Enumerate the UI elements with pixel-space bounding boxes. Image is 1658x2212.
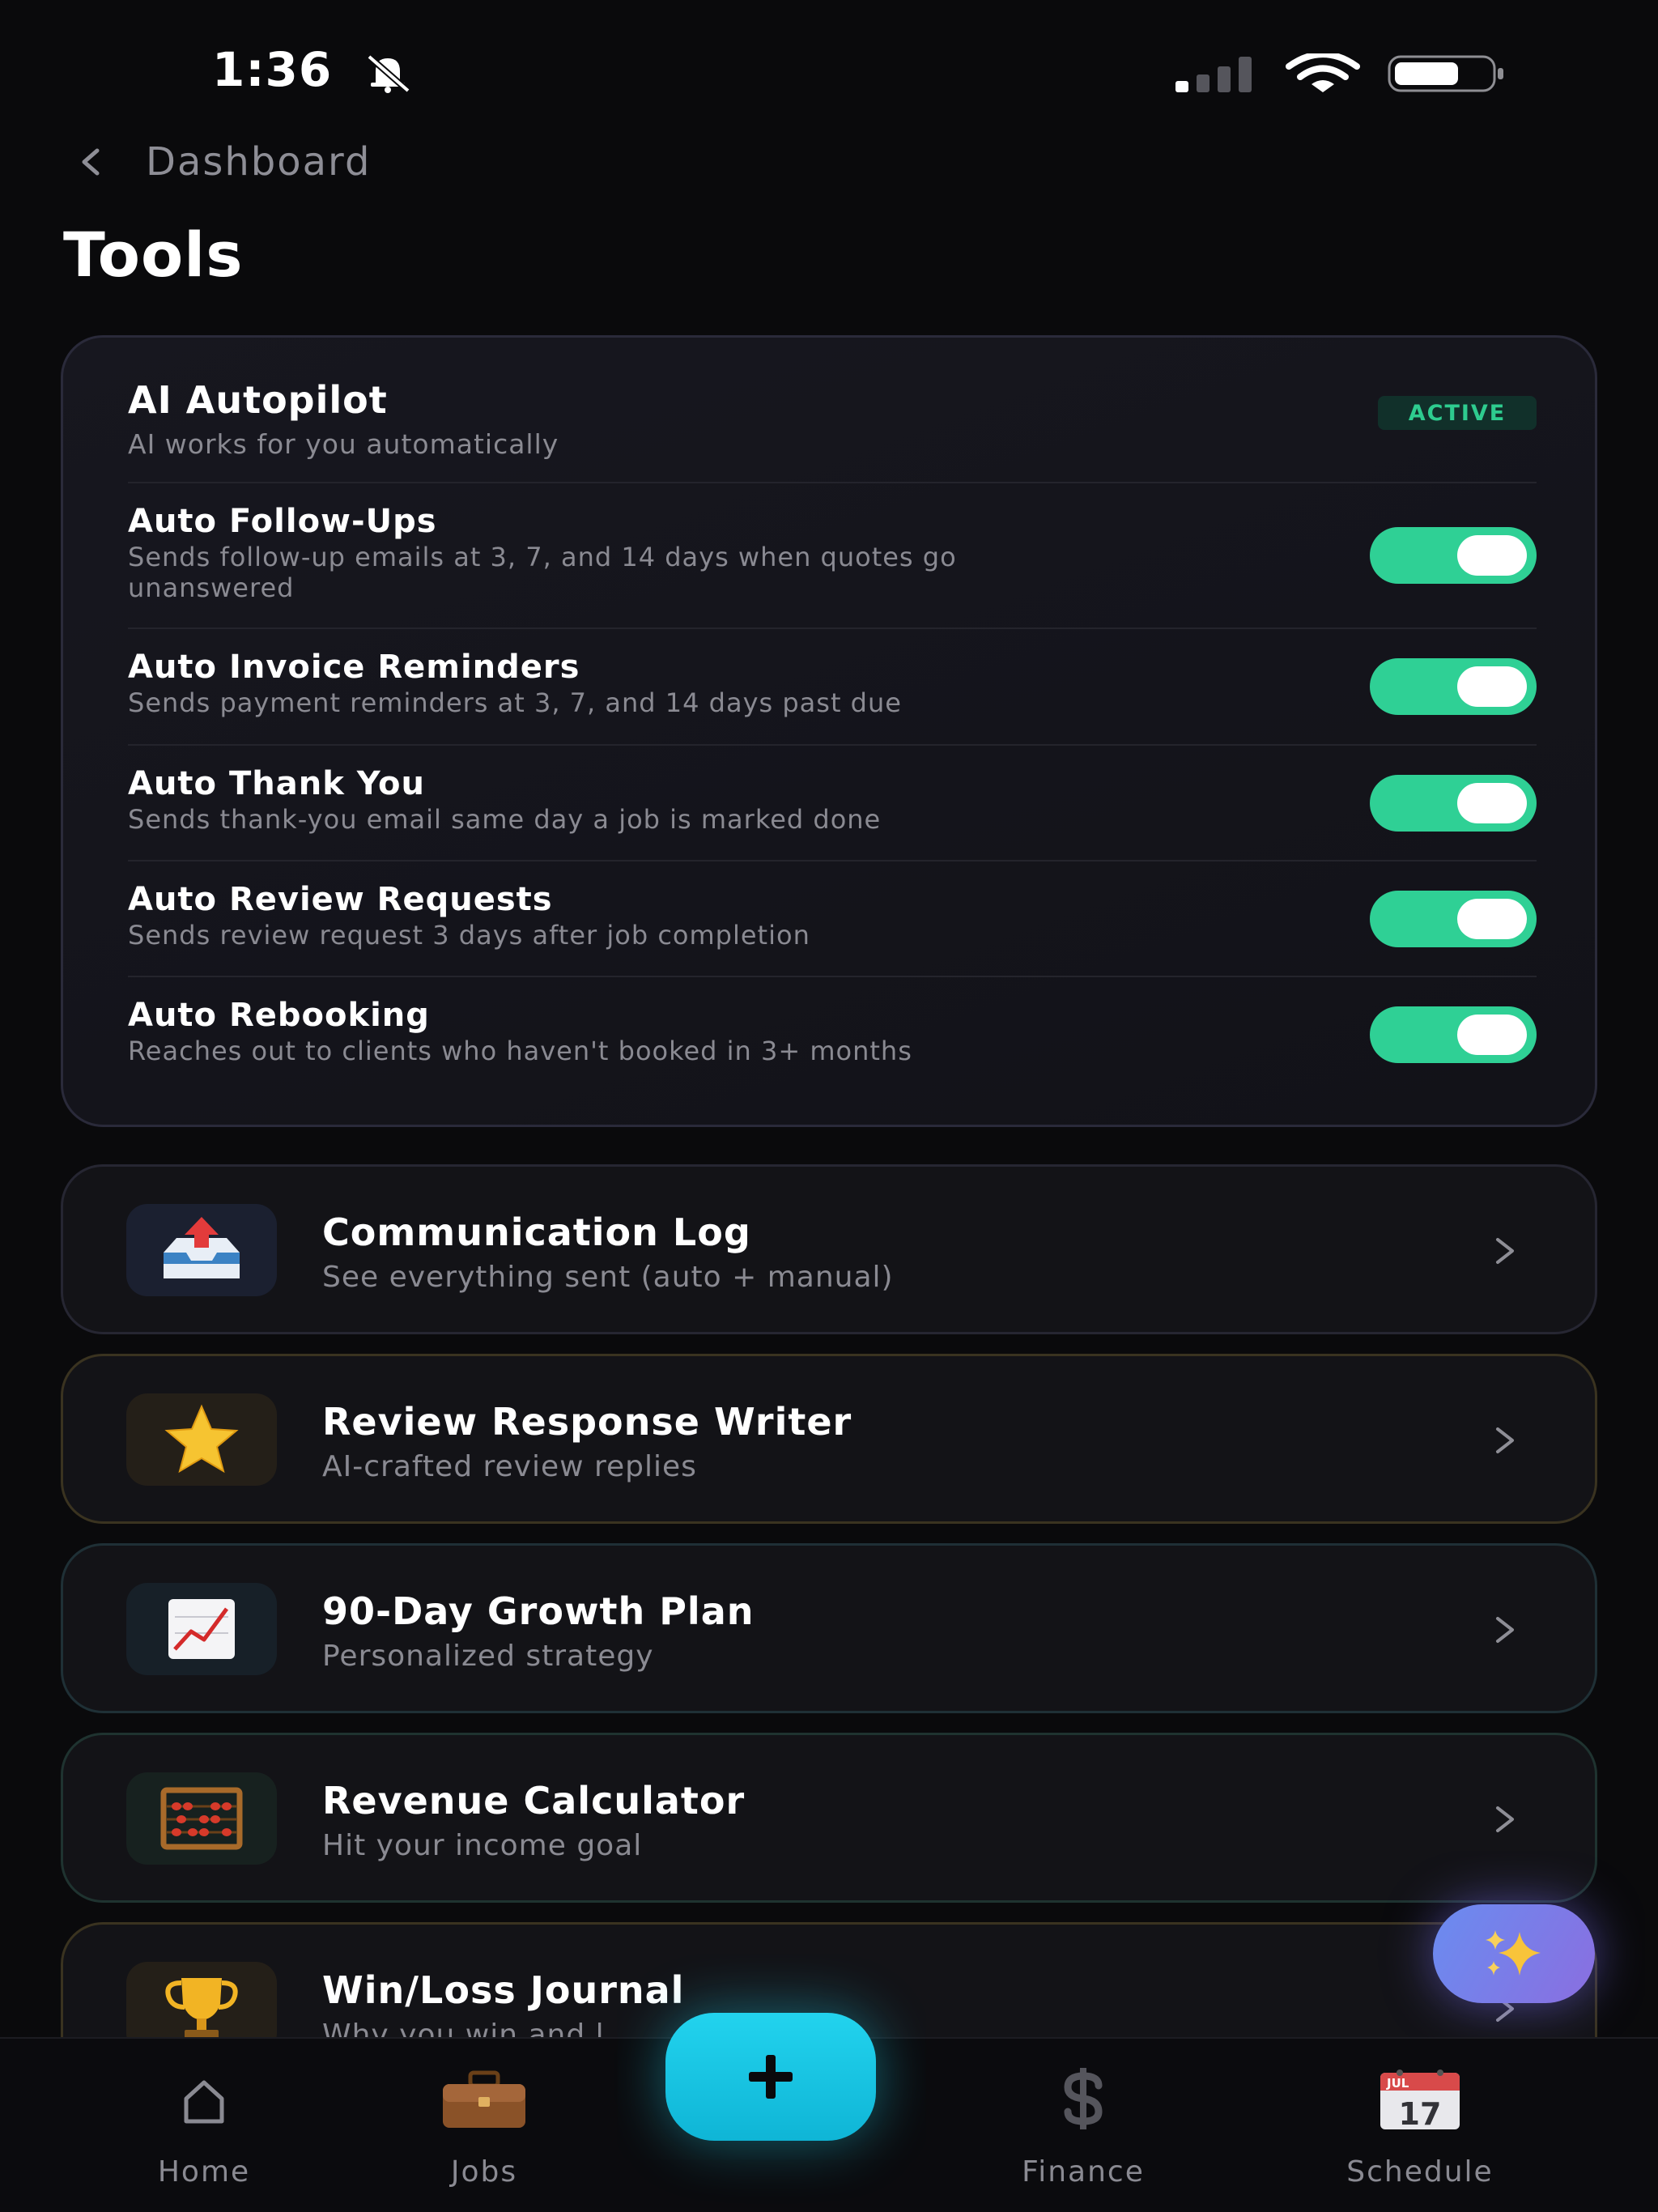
chevron-right-icon — [1496, 1617, 1514, 1643]
cellular-signal-icon — [1175, 57, 1252, 92]
autopilot-item-title: Auto Follow-Ups — [128, 503, 437, 540]
chevron-right-icon — [1496, 1238, 1514, 1264]
autopilot-item-follow-ups: Auto Follow-Ups Sends follow-up emails a… — [128, 482, 1537, 627]
nav-home[interactable]: Home — [99, 2063, 309, 2189]
nav-schedule[interactable]: JUL 17 Schedule — [1315, 2063, 1525, 2189]
trophy-icon — [165, 1978, 238, 2040]
chevron-right-icon — [1496, 1806, 1514, 1832]
autopilot-item-desc: Sends payment reminders at 3, 7, and 14 … — [128, 687, 902, 718]
nav-label: Home — [157, 2155, 251, 2189]
tool-desc: Personalized strategy — [322, 1640, 654, 1673]
back-button[interactable]: Dashboard — [74, 136, 371, 188]
page-title: Tools — [63, 219, 244, 291]
autopilot-item-desc-cont: unanswered — [128, 572, 295, 603]
calendar-day: 17 — [1399, 2096, 1442, 2131]
auto-review-requests-toggle[interactable] — [1370, 891, 1537, 947]
calendar-icon: JUL 17 — [1380, 2069, 1460, 2131]
autopilot-item-title: Auto Invoice Reminders — [128, 649, 580, 686]
sparkles-icon — [1486, 1930, 1541, 1976]
battery-icon — [1388, 55, 1503, 92]
star-icon — [164, 1404, 239, 1474]
tools-screen: 1:36 Dashboard Tools AI Autopilot AI wor… — [0, 0, 1658, 2212]
chart-increasing-icon — [168, 1599, 235, 1659]
auto-invoice-reminders-toggle[interactable] — [1370, 658, 1537, 715]
ai-autopilot-header: AI Autopilot AI works for you automatica… — [128, 378, 1537, 460]
tool-desc: AI-crafted review replies — [322, 1450, 697, 1483]
toggle-knob — [1457, 1015, 1527, 1055]
tool-card-communication-log[interactable]: Communication Log See everything sent (a… — [61, 1164, 1597, 1334]
ai-autopilot-subtitle: AI works for you automatically — [128, 428, 559, 460]
tool-icon-box — [126, 1583, 277, 1675]
nav-label: Jobs — [450, 2155, 518, 2189]
status-time: 1:36 — [212, 42, 333, 97]
auto-rebooking-toggle[interactable] — [1370, 1006, 1537, 1063]
toggle-knob — [1457, 535, 1527, 576]
autopilot-item-thank-you: Auto Thank You Sends thank-you email sam… — [128, 744, 1537, 860]
autopilot-item-desc: Sends thank-you email same day a job is … — [128, 804, 882, 835]
toggle-knob — [1457, 899, 1527, 939]
status-badge: ACTIVE — [1378, 396, 1537, 430]
autopilot-item-desc: Sends follow-up emails at 3, 7, and 14 d… — [128, 542, 957, 572]
abacus-icon — [160, 1787, 243, 1850]
tool-desc: Hit your income goal — [322, 1829, 643, 1862]
briefcase-icon — [443, 2070, 525, 2128]
tool-card-growth-plan[interactable]: 90-Day Growth Plan Personalized strategy — [61, 1543, 1597, 1713]
ai-assistant-button[interactable] — [1433, 1904, 1595, 2003]
bell-slash-icon — [367, 53, 410, 94]
dollar-sign-icon — [1064, 2068, 1103, 2129]
autopilot-item-title: Auto Review Requests — [128, 881, 553, 918]
outbox-tray-icon — [164, 1217, 240, 1278]
ai-autopilot-title: AI Autopilot — [128, 378, 388, 422]
tool-title: Communication Log — [322, 1210, 751, 1254]
nav-finance[interactable]: Finance — [978, 2063, 1188, 2189]
chevron-right-icon — [1496, 1427, 1514, 1453]
auto-follow-ups-toggle[interactable] — [1370, 527, 1537, 584]
nav-label: Finance — [1022, 2155, 1145, 2189]
auto-thank-you-toggle[interactable] — [1370, 775, 1537, 832]
autopilot-item-review-requests: Auto Review Requests Sends review reques… — [128, 860, 1537, 976]
toggle-knob — [1457, 666, 1527, 707]
tool-icon-box — [126, 1393, 277, 1486]
back-label: Dashboard — [146, 139, 372, 185]
wifi-icon — [1286, 53, 1360, 92]
tool-card-revenue-calculator[interactable]: Revenue Calculator Hit your income goal — [61, 1733, 1597, 1903]
tool-desc: See everything sent (auto + manual) — [322, 1261, 894, 1294]
tool-title: Revenue Calculator — [322, 1779, 746, 1823]
autopilot-item-title: Auto Thank You — [128, 765, 425, 802]
home-icon — [184, 2080, 224, 2124]
tool-title: Win/Loss Journal — [322, 1968, 685, 2012]
tool-card-review-response-writer[interactable]: Review Response Writer AI-crafted review… — [61, 1354, 1597, 1524]
chevron-left-icon — [82, 148, 100, 176]
toggle-knob — [1457, 783, 1527, 823]
autopilot-item-desc: Reaches out to clients who haven't booke… — [128, 1036, 912, 1066]
plus-icon — [749, 2055, 793, 2099]
autopilot-item-rebooking: Auto Rebooking Reaches out to clients wh… — [128, 976, 1537, 1097]
nav-label: Schedule — [1346, 2155, 1494, 2189]
tool-icon-box — [126, 1204, 277, 1296]
tool-icon-box — [126, 1772, 277, 1865]
autopilot-item-title: Auto Rebooking — [128, 997, 430, 1034]
calendar-month: JUL — [1386, 2076, 1409, 2091]
nav-jobs[interactable]: Jobs — [379, 2063, 589, 2189]
status-bar: 1:36 — [0, 0, 1658, 113]
add-button[interactable] — [665, 2013, 876, 2141]
tool-title: Review Response Writer — [322, 1400, 852, 1444]
tool-title: 90-Day Growth Plan — [322, 1589, 755, 1633]
autopilot-item-desc: Sends review request 3 days after job co… — [128, 920, 810, 951]
autopilot-item-invoice-reminders: Auto Invoice Reminders Sends payment rem… — [128, 627, 1537, 744]
ai-autopilot-card: AI Autopilot AI works for you automatica… — [61, 335, 1597, 1127]
